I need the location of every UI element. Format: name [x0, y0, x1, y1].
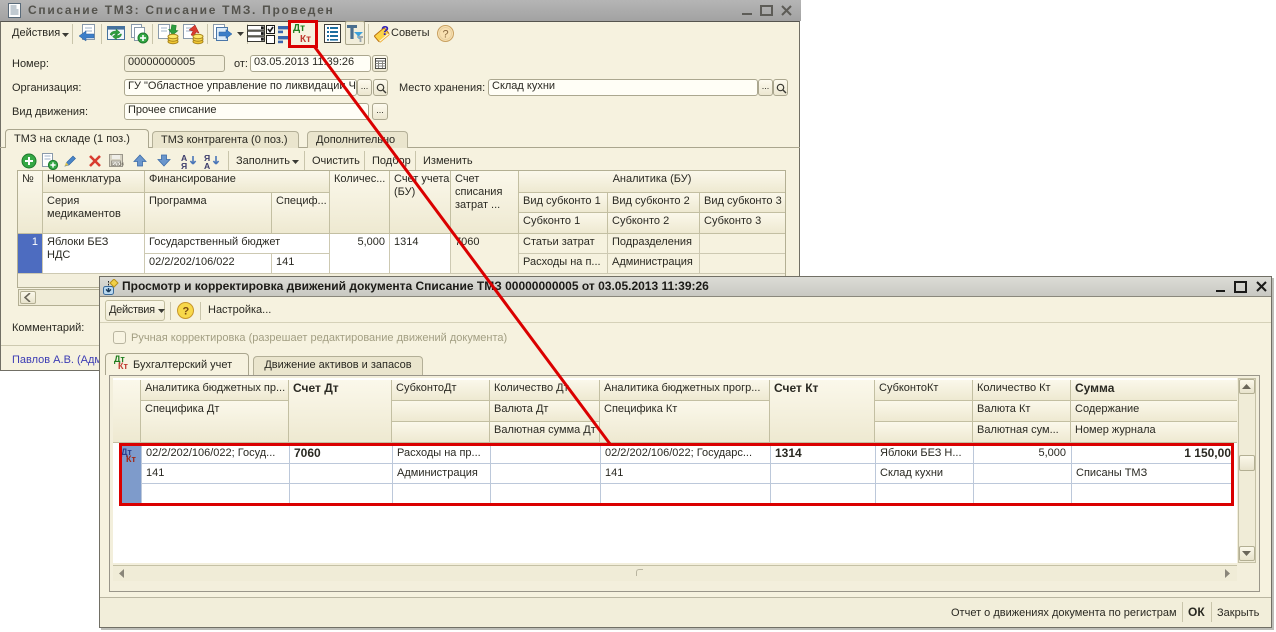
svg-text:БЛОК: БЛОК — [112, 162, 124, 167]
svg-text:?: ? — [381, 23, 389, 38]
svg-text:Я: Я — [181, 161, 187, 170]
svg-text:?: ? — [443, 29, 449, 41]
svg-text:А: А — [204, 161, 210, 170]
svg-text:?: ? — [183, 306, 190, 318]
